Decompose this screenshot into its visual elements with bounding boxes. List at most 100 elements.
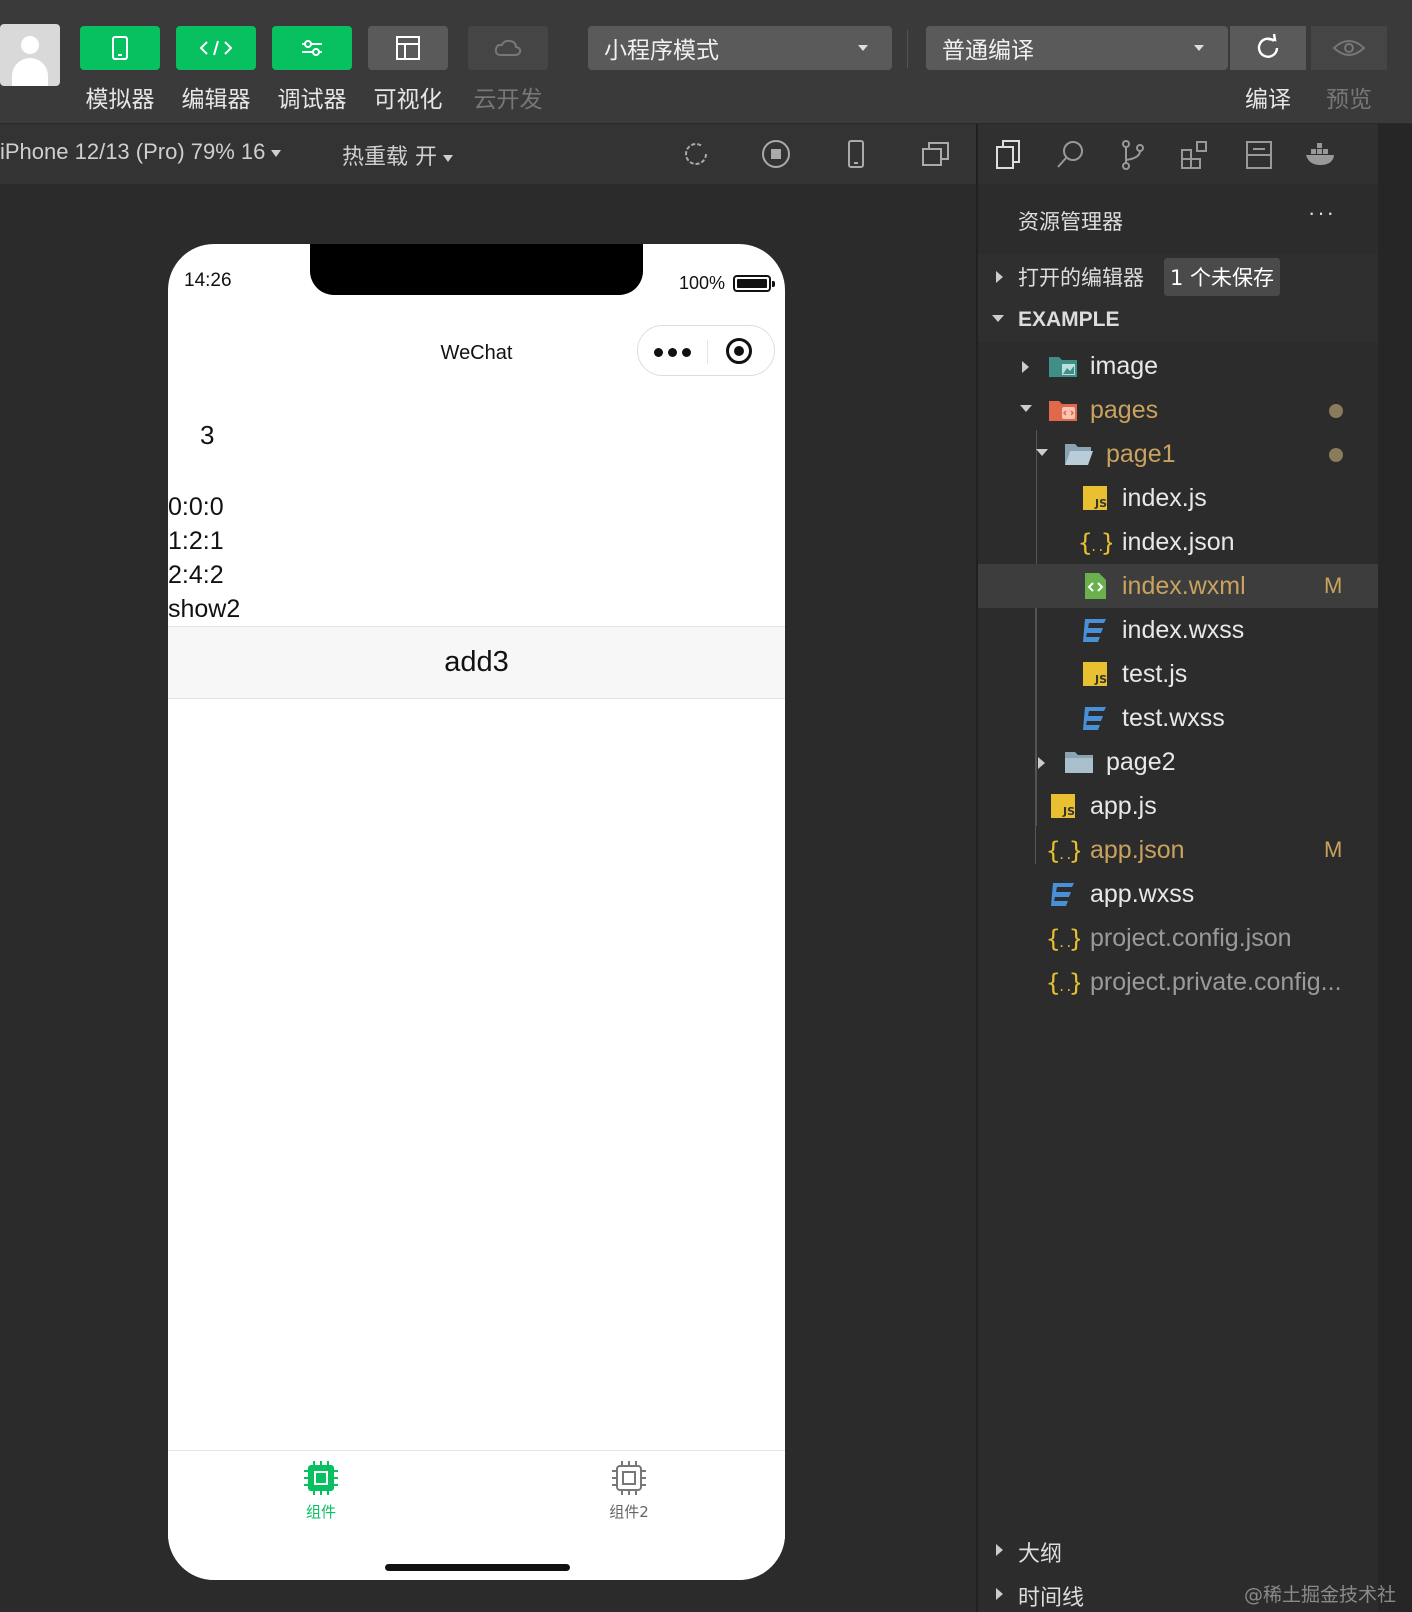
workspace-root[interactable]: EXAMPLE xyxy=(978,298,1378,342)
tree-item-label: app.wxss xyxy=(1090,880,1195,908)
tree-item-index-js[interactable]: JS index.js xyxy=(978,476,1378,520)
editor-label: 编辑器 xyxy=(181,87,251,113)
debugger-button[interactable]: 调试器 xyxy=(272,26,352,114)
preview-button[interactable]: 预览 xyxy=(1311,26,1387,114)
battery-percent: 100% xyxy=(678,273,725,293)
list-item: 1:2:1 xyxy=(168,527,224,555)
tab-bar: 组件 组件2 xyxy=(168,1450,785,1580)
code-icon xyxy=(176,26,256,70)
mini-program-capsule[interactable] xyxy=(637,325,775,376)
editor-button[interactable]: 编辑器 xyxy=(176,26,256,114)
json-file-icon: {}.. xyxy=(1078,527,1115,557)
tree-item-label: page2 xyxy=(1106,748,1176,776)
image-folder-icon xyxy=(1048,351,1078,381)
refresh-icon xyxy=(1230,26,1306,70)
js-file-icon: JS xyxy=(1048,791,1078,821)
modified-dot xyxy=(1329,404,1343,418)
list-item: 2:4:2 xyxy=(168,561,224,589)
files-icon[interactable] xyxy=(992,138,1026,172)
tab-component2-label: 组件2 xyxy=(609,1503,649,1521)
cloud-button[interactable]: 云开发 xyxy=(468,26,548,114)
tree-item-app-js[interactable]: JS app.js xyxy=(978,784,1378,828)
search-icon[interactable] xyxy=(1054,138,1088,172)
count-text: 3 xyxy=(200,420,215,450)
open-editors-label: 打开的编辑器 xyxy=(1018,266,1144,290)
editor-edge xyxy=(1378,124,1412,1612)
storage-icon[interactable] xyxy=(1242,138,1276,172)
hot-reload-select[interactable]: 热重载 开 xyxy=(342,139,453,171)
compile-select-value: 普通编译 xyxy=(942,38,1034,64)
tree-item-index-wxml[interactable]: index.wxml M xyxy=(978,564,1378,608)
tree-item-project-config[interactable]: {}.. project.config.json xyxy=(978,916,1378,960)
chevron-down-icon xyxy=(858,45,868,51)
tree-item-project-private-config[interactable]: {}.. project.private.config... xyxy=(978,960,1378,1004)
outline-section[interactable]: 大纲 xyxy=(978,1528,1378,1572)
svg-text:..: .. xyxy=(1058,936,1072,950)
simulator-toolbar: iPhone 12/13 (Pro) 79% 16 热重载 开 xyxy=(0,124,976,184)
caret-down-icon xyxy=(443,154,453,162)
simulator-label: 模拟器 xyxy=(85,87,155,113)
tree-item-test-wxss[interactable]: test.wxss xyxy=(978,696,1378,740)
activity-bar xyxy=(978,124,1378,184)
tab-component[interactable]: 组件 xyxy=(271,1461,371,1522)
json-file-icon: {}.. xyxy=(1046,835,1083,865)
tree-item-app-wxss[interactable]: app.wxss xyxy=(978,872,1378,916)
json-file-icon: {}.. xyxy=(1046,923,1083,953)
tree-item-page1[interactable]: page1 xyxy=(978,432,1378,476)
chevron-down-icon xyxy=(1194,45,1204,51)
folder-icon xyxy=(1064,747,1094,777)
add3-button[interactable]: add3 xyxy=(168,626,785,699)
eye-icon xyxy=(1311,26,1387,70)
compile-select[interactable]: 普通编译 xyxy=(926,26,1228,70)
tree-item-index-json[interactable]: {}.. index.json xyxy=(978,520,1378,564)
css-file-icon xyxy=(1080,703,1110,733)
stop-icon[interactable] xyxy=(760,138,792,170)
tree-item-label: app.js xyxy=(1090,792,1157,820)
tree-item-label: test.js xyxy=(1122,660,1188,688)
debugger-label: 调试器 xyxy=(277,87,347,113)
git-branch-icon[interactable] xyxy=(1116,138,1150,172)
mode-select-value: 小程序模式 xyxy=(604,38,719,64)
tree-item-page2[interactable]: page2 xyxy=(978,740,1378,784)
popout-icon[interactable] xyxy=(920,138,952,170)
tree-item-app-json[interactable]: {}.. app.json M xyxy=(978,828,1378,872)
phone-icon xyxy=(80,26,160,70)
tree-item-index-wxss[interactable]: index.wxss xyxy=(978,608,1378,652)
folder-open-icon xyxy=(1064,439,1094,469)
mode-select[interactable]: 小程序模式 xyxy=(588,26,892,70)
extensions-icon[interactable] xyxy=(1178,138,1212,172)
svg-text:JS: JS xyxy=(1094,497,1107,510)
device-icon[interactable] xyxy=(840,138,872,170)
device-select[interactable]: iPhone 12/13 (Pro) 79% 16 xyxy=(0,139,282,165)
close-target-icon[interactable] xyxy=(726,338,752,364)
visual-button[interactable]: 可视化 xyxy=(368,26,448,114)
rotate-icon[interactable] xyxy=(680,138,712,170)
tree-item-label: index.json xyxy=(1122,528,1235,556)
more-icon[interactable]: ··· xyxy=(1308,200,1336,226)
docker-icon[interactable] xyxy=(1304,138,1338,172)
cloud-icon xyxy=(468,26,548,70)
tree-item-pages[interactable]: pages xyxy=(978,388,1378,432)
caret-down-icon xyxy=(271,149,282,157)
preview-label: 预览 xyxy=(1326,87,1372,113)
workspace-root-label: EXAMPLE xyxy=(1018,308,1120,331)
open-editors-section[interactable]: 打开的编辑器 1 个未保存 xyxy=(978,254,1378,298)
js-file-icon: JS xyxy=(1080,483,1110,513)
tree-item-label: index.wxss xyxy=(1122,616,1245,644)
more-icon[interactable] xyxy=(654,348,692,357)
compile-button[interactable]: 编译 xyxy=(1230,26,1306,114)
tab-component2[interactable]: 组件2 xyxy=(579,1461,679,1522)
pages-folder-icon xyxy=(1048,395,1078,425)
modified-badge: M xyxy=(1324,837,1343,862)
compile-label: 编译 xyxy=(1245,87,1291,113)
status-time: 14:26 xyxy=(184,270,232,291)
tree-item-test-js[interactable]: JS test.js xyxy=(978,652,1378,696)
avatar[interactable] xyxy=(0,24,60,86)
modified-dot xyxy=(1329,448,1343,462)
tree-item-image[interactable]: image xyxy=(978,344,1378,388)
wxml-file-icon xyxy=(1080,571,1110,601)
js-file-icon: JS xyxy=(1080,659,1110,689)
toolbar-divider xyxy=(907,30,908,68)
simulator-button[interactable]: 模拟器 xyxy=(80,26,160,114)
list-item: show2 xyxy=(168,595,241,623)
